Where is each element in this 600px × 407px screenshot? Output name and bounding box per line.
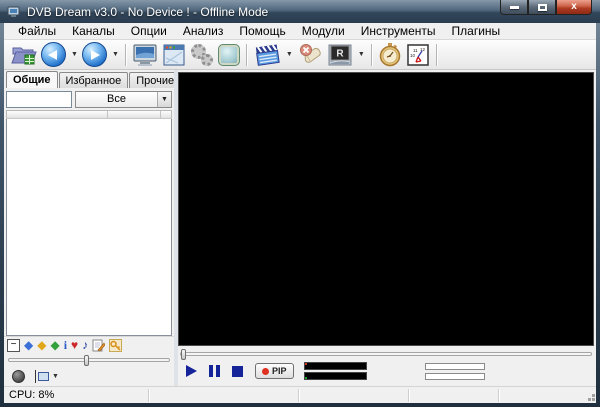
menu-bar: Файлы Каналы Опции Анализ Помощь Модули … (4, 23, 596, 40)
channel-tabs: Общие Избранное Прочие (4, 70, 182, 88)
playback-controls: PIP (178, 359, 596, 383)
app-icon (7, 6, 20, 17)
open-folder-icon (11, 47, 37, 64)
audio-bar: ▼ (4, 366, 174, 386)
record-dropdown[interactable]: ▼ (355, 41, 367, 69)
menu-files[interactable]: Файлы (10, 23, 64, 39)
pause-button[interactable] (209, 365, 220, 377)
close-button[interactable]: x (556, 0, 592, 15)
volume-thumb[interactable] (84, 354, 90, 366)
delete-button[interactable] (295, 41, 325, 69)
video-mode-button[interactable] (251, 41, 283, 69)
chevron-down-icon[interactable]: ▼ (157, 91, 171, 107)
collapse-minus-button[interactable]: − (7, 338, 20, 352)
scheduler-button[interactable]: 11 12 10 (404, 41, 432, 69)
channel-list-header (6, 110, 172, 119)
key-icon[interactable] (109, 338, 123, 352)
channel-window-icon (163, 44, 185, 65)
favorite-heart-icon[interactable]: ♥ (71, 338, 78, 352)
flag-icon (35, 369, 36, 383)
video-mode-dropdown[interactable]: ▼ (283, 41, 295, 69)
svg-text:12: 12 (420, 47, 426, 52)
channel-window-button[interactable] (160, 41, 188, 69)
stopwatch-icon (379, 42, 400, 66)
signal-quality-bars (424, 362, 485, 380)
tab-general[interactable]: Общие (6, 71, 58, 88)
previous-channel-button[interactable] (39, 41, 68, 69)
tab-favorites[interactable]: Избранное (58, 72, 129, 88)
signal-level-bars (303, 362, 367, 380)
status-bar: CPU: 8% (4, 386, 596, 403)
menu-channels[interactable]: Каналы (64, 23, 123, 39)
play-button[interactable] (186, 365, 197, 377)
pip-label: PIP (272, 366, 287, 376)
record-icon: R (328, 44, 352, 65)
open-channel-list-button[interactable] (9, 41, 39, 69)
menu-help[interactable]: Помощь (231, 23, 293, 39)
menu-analysis[interactable]: Анализ (175, 23, 232, 39)
cpu-usage: CPU: 8% (4, 388, 149, 402)
scheduler-clock-icon: 11 12 10 (407, 43, 429, 66)
channel-filter-dropdown[interactable]: Все ▼ (75, 90, 172, 108)
gears-icon (190, 43, 214, 67)
glassy-square-icon (217, 43, 240, 66)
stop-button[interactable] (232, 365, 243, 377)
previous-arrow-icon (41, 42, 66, 67)
eraser-icon (299, 43, 321, 63)
edit-page-icon[interactable] (92, 339, 106, 352)
settings-button[interactable] (188, 41, 216, 69)
audio-track-selector[interactable]: ▼ (35, 369, 59, 383)
monitor-icon (133, 44, 157, 66)
clapperboard-icon (255, 44, 280, 66)
diamond-gold-icon[interactable]: ◆ (37, 338, 46, 352)
record-dot-icon (262, 367, 269, 375)
channel-panel: Общие Избранное Прочие Все ▼ − ◆ ◆ ◆ i ♥… (4, 70, 182, 386)
pip-button[interactable]: PIP (255, 363, 294, 379)
volume-slider[interactable] (4, 353, 174, 366)
previous-channel-dropdown[interactable]: ▼ (68, 41, 80, 69)
window-title: DVB Dream v3.0 - No Device ! - Offline M… (27, 4, 269, 19)
next-channel-dropdown[interactable]: ▼ (109, 41, 121, 69)
channel-search-input[interactable] (6, 90, 72, 108)
channel-list[interactable] (6, 119, 172, 336)
skin-button[interactable] (216, 41, 242, 69)
toolbar-separator (124, 43, 126, 66)
video-display[interactable] (178, 72, 594, 346)
toolbar-separator (435, 43, 437, 66)
svg-text:R: R (336, 48, 344, 59)
maximize-button[interactable] (528, 0, 556, 15)
svg-text:10: 10 (410, 53, 416, 58)
next-arrow-icon (81, 42, 107, 67)
app-window: DVB Dream v3.0 - No Device ! - Offline M… (0, 0, 600, 407)
resize-grip[interactable] (592, 398, 595, 401)
stopwatch-button[interactable] (376, 41, 404, 69)
menu-tools[interactable]: Инструменты (353, 23, 444, 39)
toolbar-separator (245, 43, 247, 66)
info-icon[interactable]: i (64, 338, 67, 352)
seek-bar[interactable] (178, 346, 596, 360)
mute-icon[interactable] (12, 369, 25, 383)
toolbar: ▼ ▼ ▼ R ▼ 11 12 10 (4, 40, 596, 70)
toolbar-separator (370, 43, 372, 66)
filter-value: Все (107, 93, 126, 105)
record-button[interactable]: R (325, 41, 355, 69)
menu-plugins[interactable]: Плагины (444, 23, 509, 39)
seek-thumb[interactable] (181, 348, 186, 360)
menu-options[interactable]: Опции (123, 23, 175, 39)
diamond-blue-icon[interactable]: ◆ (24, 338, 33, 352)
audio-note-icon[interactable]: ♪ (82, 338, 88, 352)
channel-filter-bar: − ◆ ◆ ◆ i ♥ ♪ (4, 336, 174, 353)
next-channel-button[interactable] (80, 41, 109, 69)
minimize-button[interactable] (500, 0, 528, 15)
volume-track[interactable] (8, 354, 170, 366)
chevron-down-icon: ▼ (52, 372, 59, 380)
diamond-green-icon[interactable]: ◆ (50, 338, 59, 352)
menu-modules[interactable]: Модули (294, 23, 353, 39)
titlebar[interactable]: DVB Dream v3.0 - No Device ! - Offline M… (0, 0, 600, 23)
fullscreen-button[interactable] (130, 41, 160, 69)
seek-track[interactable] (180, 348, 592, 360)
